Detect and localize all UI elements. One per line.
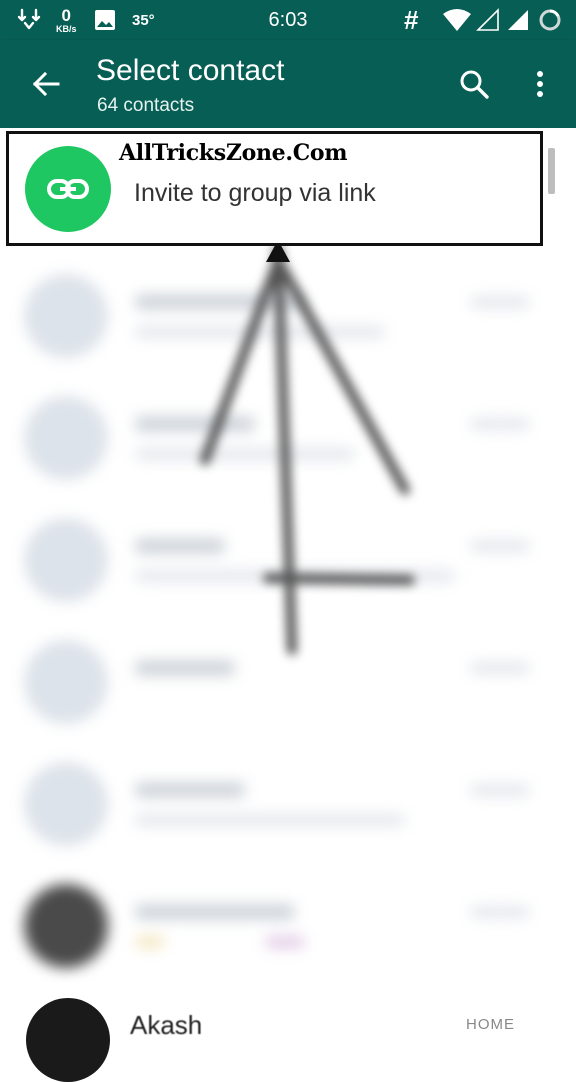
avatar	[24, 640, 108, 724]
signal-empty-icon	[476, 0, 500, 40]
avatar	[24, 396, 108, 480]
signal-icon	[506, 0, 530, 40]
invite-via-link-row[interactable]: AllTricksZone.Com Invite to group via li…	[6, 131, 543, 246]
list-item[interactable]	[0, 628, 576, 748]
hash-icon: #	[404, 4, 419, 35]
contact-type: HOME	[466, 1016, 515, 1033]
list-item[interactable]	[0, 506, 576, 626]
battery-charging-icon	[538, 0, 562, 40]
wifi-icon	[442, 0, 472, 40]
status-bar: 0 KB/s 35° 6:03 #	[0, 0, 576, 40]
list-item[interactable]	[0, 384, 576, 504]
avatar	[24, 518, 108, 602]
invite-label: Invite to group via link	[134, 179, 376, 207]
list-item[interactable]	[0, 750, 576, 870]
avatar	[24, 274, 108, 358]
search-icon[interactable]	[456, 66, 492, 102]
back-arrow-icon[interactable]	[28, 66, 64, 102]
list-item[interactable]	[0, 872, 576, 992]
scrollbar[interactable]	[548, 148, 555, 194]
avatar	[26, 998, 110, 1082]
app-bar: Select contact 64 contacts	[0, 40, 576, 128]
contact-name: Akash	[130, 1010, 203, 1040]
page-title: Select contact	[96, 54, 285, 87]
more-vert-icon[interactable]	[524, 66, 556, 102]
avatar	[24, 762, 108, 846]
link-icon	[25, 146, 111, 232]
list-item[interactable]	[0, 262, 576, 382]
watermark: AllTricksZone.Com	[119, 140, 348, 166]
avatar	[24, 884, 108, 968]
contact-count: 64 contacts	[97, 95, 195, 116]
blurred-contacts	[0, 262, 576, 1024]
